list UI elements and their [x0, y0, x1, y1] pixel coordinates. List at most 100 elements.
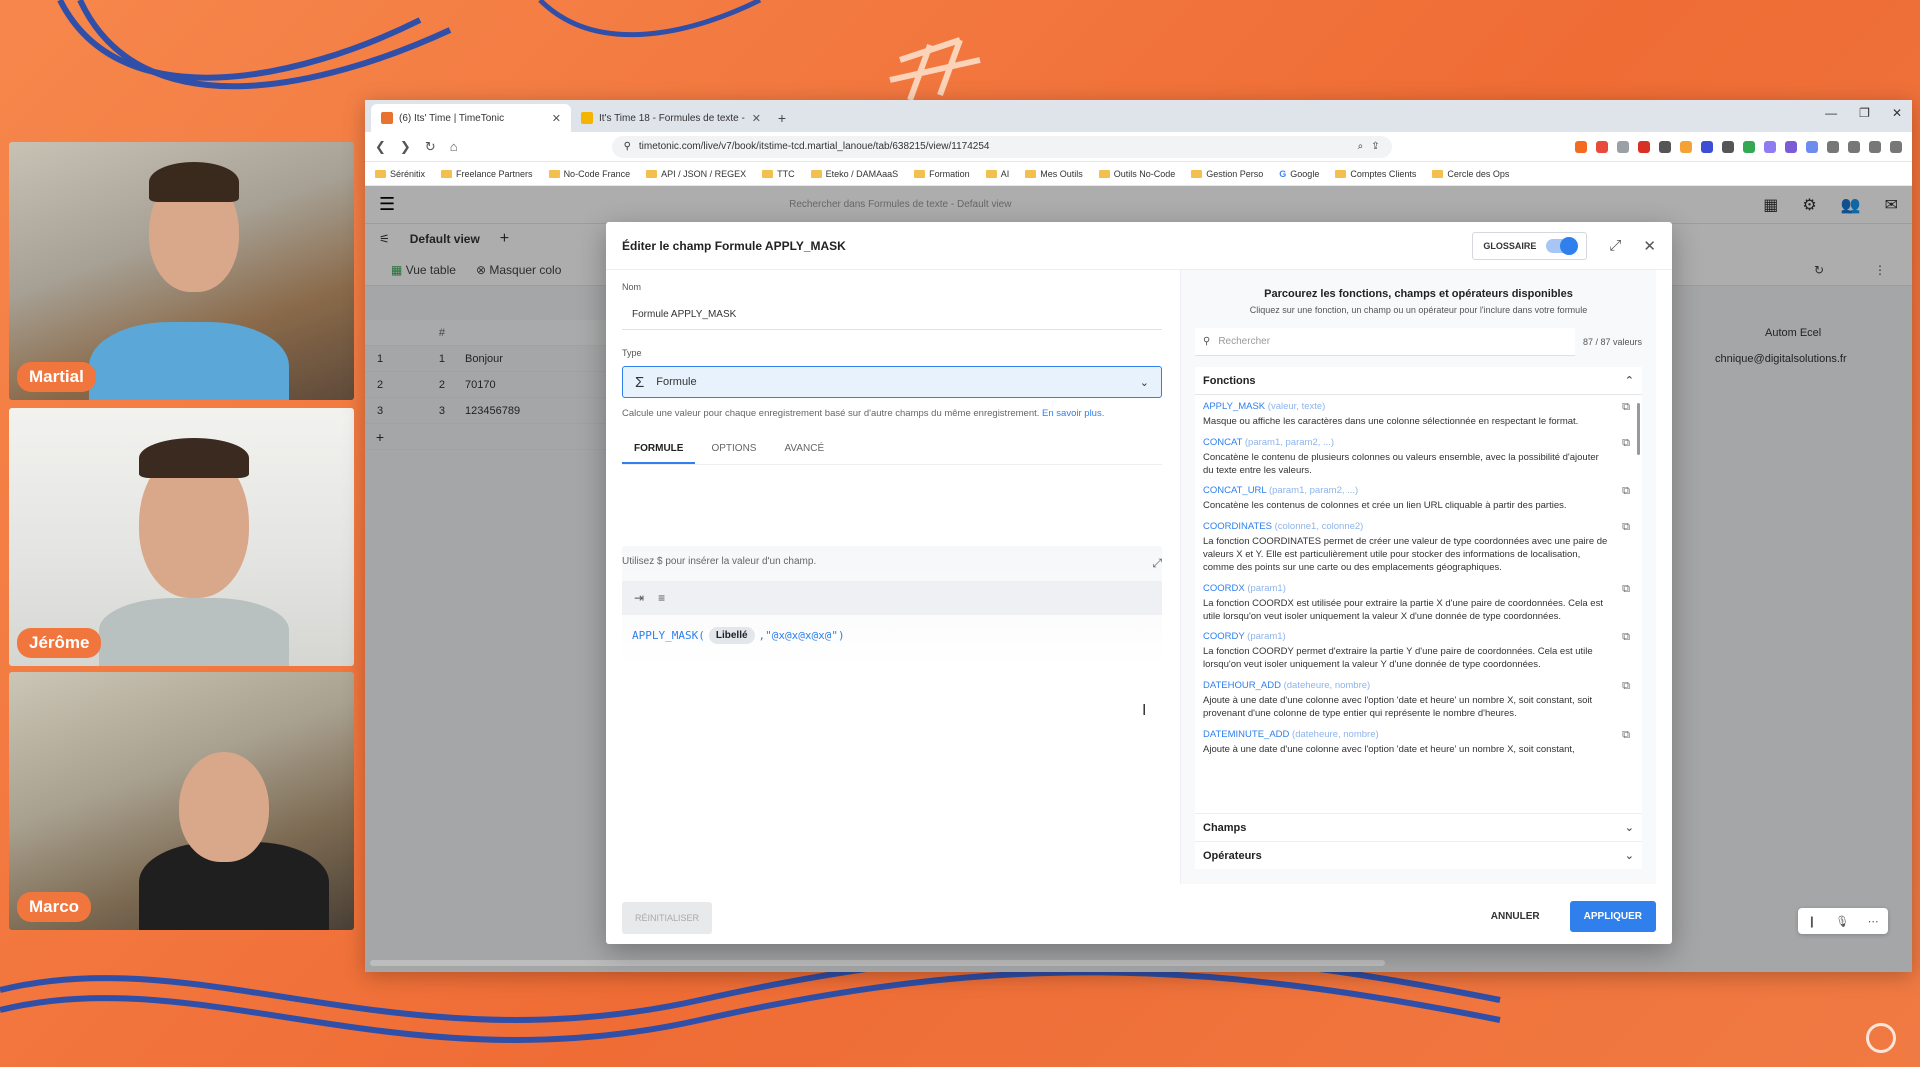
extension-icon[interactable] — [1743, 140, 1755, 153]
reset-button[interactable]: RÉINITIALISER — [622, 902, 712, 934]
tab-options[interactable]: OPTIONS — [699, 435, 768, 464]
glossary-toggle[interactable]: GLOSSAIRE — [1472, 231, 1588, 260]
extension-icon[interactable] — [1659, 140, 1671, 153]
share-icon[interactable]: ⇪ — [1371, 141, 1379, 152]
bookmark-folder[interactable]: Outils No-Code — [1098, 169, 1175, 179]
extension-icon[interactable] — [1806, 140, 1818, 153]
tab-avance[interactable]: AVANCÉ — [772, 435, 836, 464]
pause-icon[interactable]: ❙ — [1807, 915, 1816, 928]
back-icon[interactable]: ❮ — [375, 139, 386, 155]
bookmark-folder[interactable]: API / JSON / REGEX — [646, 169, 746, 179]
format-icon[interactable]: ≡ — [658, 591, 665, 605]
bookmark-folder[interactable]: TTC — [762, 169, 795, 179]
extension-icon[interactable] — [1638, 140, 1650, 153]
new-tab-icon[interactable]: + — [771, 104, 793, 132]
more-icon[interactable]: ⋯ — [1868, 915, 1879, 928]
minimize-icon[interactable]: — — [1825, 106, 1837, 120]
zoom-icon[interactable]: ⌕ — [1358, 141, 1364, 152]
microphone-icon[interactable]: 🎙 — [1835, 915, 1849, 928]
function-params: (param1, param2, ...) — [1268, 485, 1359, 497]
bookmark-folder[interactable]: Cercle des Ops — [1432, 169, 1509, 179]
external-link-icon[interactable]: ⧉ — [1622, 437, 1630, 450]
extension-icon[interactable] — [1701, 140, 1713, 153]
bookmark-folder[interactable]: Formation — [914, 169, 970, 179]
type-select[interactable]: Σ Formule ⌄ — [622, 366, 1162, 398]
restore-icon[interactable]: ❐ — [1859, 106, 1870, 120]
function-item[interactable]: DATEHOUR_ADD (dateheure, nombre) Ajoute … — [1203, 680, 1634, 721]
apply-button[interactable]: APPLIQUER — [1569, 901, 1656, 932]
formula-editor[interactable]: Utilisez $ pour insérer la valeur d'un c… — [622, 546, 1162, 892]
dialog-header: Éditer le champ Formule APPLY_MASK GLOSS… — [606, 222, 1672, 270]
toggle-switch[interactable] — [1546, 236, 1579, 255]
folder-icon — [810, 169, 822, 178]
search-placeholder: Rechercher — [1218, 336, 1271, 347]
puzzle-icon[interactable] — [1827, 140, 1839, 153]
field-chip[interactable]: Libellé — [708, 627, 755, 644]
functions-section-header[interactable]: Fonctions ⌃ — [1195, 367, 1642, 395]
function-item[interactable]: COORDY (param1) La fonction COORDY perme… — [1203, 631, 1634, 672]
address-bar[interactable]: ⚲ timetonic.com/live/v7/book/itstime-tcd… — [611, 135, 1392, 158]
bookmark-folder[interactable]: Sérénitix — [375, 169, 425, 179]
extension-icon[interactable] — [1722, 140, 1734, 153]
indent-icon[interactable]: ⇥ — [634, 591, 644, 605]
external-link-icon[interactable]: ⧉ — [1622, 583, 1630, 596]
extension-icon[interactable] — [1785, 140, 1797, 153]
bookmark-folder[interactable]: Eteko / DAMAaaS — [810, 169, 898, 179]
function-item[interactable]: COORDX (param1) La fonction COORDX est u… — [1203, 583, 1634, 624]
extension-icon[interactable] — [1680, 140, 1692, 153]
function-item[interactable]: COORDINATES (colonne1, colonne2) La fonc… — [1203, 521, 1634, 574]
reload-icon[interactable]: ↻ — [425, 139, 436, 155]
function-item[interactable]: DATEMINUTE_ADD (dateheure, nombre) Ajout… — [1203, 729, 1634, 757]
close-icon[interactable]: ✕ — [1643, 237, 1656, 255]
external-link-icon[interactable]: ⧉ — [1622, 401, 1630, 414]
function-item[interactable]: APPLY_MASK (valeur, texte) Masque ou aff… — [1203, 401, 1634, 429]
bookmark-folder[interactable]: Comptes Clients — [1335, 169, 1416, 179]
cancel-button[interactable]: ANNULER — [1481, 903, 1550, 930]
expand-icon[interactable]: ⤢ — [1609, 237, 1621, 254]
external-link-icon[interactable]: ⧉ — [1622, 680, 1630, 693]
fields-section-header[interactable]: Champs ⌄ — [1195, 813, 1642, 841]
close-window-icon[interactable]: ✕ — [1892, 106, 1902, 120]
learn-more-link[interactable]: En savoir plus. — [1042, 408, 1104, 419]
external-link-icon[interactable]: ⧉ — [1622, 729, 1630, 742]
glossary-search-input[interactable]: ⚲ Rechercher — [1195, 328, 1575, 356]
browser-tab-timetonic[interactable]: (6) Its' Time | TimeTonic ✕ — [371, 104, 571, 132]
bookmark-folder[interactable]: AI — [985, 169, 1009, 179]
site-info-icon[interactable]: ⚲ — [624, 141, 631, 152]
bookmark-google[interactable]: G Google — [1279, 169, 1319, 179]
function-desc: La fonction COORDY permet d'extraire la … — [1203, 646, 1593, 671]
name-input[interactable]: Formule APPLY_MASK — [622, 300, 1162, 330]
formula-code[interactable]: APPLY_MASK( Libellé ,"@x@x@x@x@") — [622, 615, 1162, 656]
bookmark-folder[interactable]: Freelance Partners — [441, 169, 533, 179]
extension-icon[interactable] — [1617, 140, 1629, 153]
brave-shield-icon[interactable] — [1575, 140, 1587, 153]
close-icon[interactable]: ✕ — [752, 112, 761, 125]
bookmark-folder[interactable]: No-Code France — [548, 169, 630, 179]
external-link-icon[interactable]: ⧉ — [1622, 521, 1630, 534]
bookmark-folder[interactable]: Mes Outils — [1025, 169, 1083, 179]
brave-rewards-icon[interactable] — [1596, 140, 1608, 153]
tab-formule[interactable]: FORMULE — [622, 435, 696, 464]
function-desc: Concatène le contenu de plusieurs colonn… — [1203, 451, 1599, 476]
tab-title: It's Time 18 - Formules de texte - Gi — [599, 112, 746, 124]
function-item[interactable]: CONCAT (param1, param2, ...) Concatène l… — [1203, 437, 1634, 478]
operators-section-header[interactable]: Opérateurs ⌄ — [1195, 841, 1642, 869]
bookmark-folder[interactable]: Gestion Perso — [1191, 169, 1263, 179]
wallet-icon[interactable] — [1869, 140, 1881, 153]
folder-icon — [985, 169, 997, 178]
horizontal-scrollbar[interactable] — [370, 960, 1385, 966]
external-link-icon[interactable]: ⧉ — [1622, 485, 1630, 498]
list-scrollbar[interactable] — [1637, 403, 1640, 455]
home-icon[interactable]: ⌂ — [450, 139, 458, 154]
sidebar-icon[interactable] — [1848, 140, 1860, 153]
extension-icon[interactable] — [1764, 140, 1776, 153]
browser-tab-slides[interactable]: It's Time 18 - Formules de texte - Gi ✕ — [571, 104, 771, 132]
close-icon[interactable]: ✕ — [552, 112, 561, 125]
menu-icon[interactable] — [1890, 140, 1902, 153]
formula-tabs: FORMULE OPTIONS AVANCÉ — [622, 435, 1162, 465]
forward-icon[interactable]: ❯ — [400, 139, 411, 155]
function-params: (dateheure, nombre) — [1292, 728, 1379, 740]
expand-editor-icon[interactable]: ⤢ — [1152, 556, 1162, 571]
external-link-icon[interactable]: ⧉ — [1622, 631, 1630, 644]
function-item[interactable]: CONCAT_URL (param1, param2, ...) Concatè… — [1203, 485, 1634, 513]
